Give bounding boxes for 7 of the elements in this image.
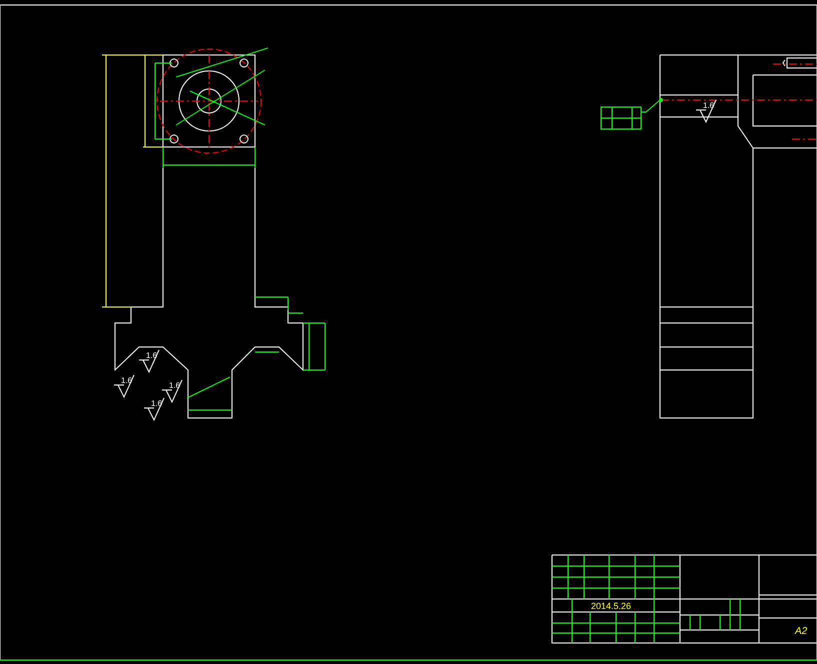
- roughness-symbol-icon: [162, 380, 182, 404]
- sheet-size-label: A2: [795, 626, 808, 637]
- roughness-symbol-icon: [114, 374, 134, 398]
- roughness-symbol-icon: [138, 350, 160, 374]
- date-value: 2014.5.26: [591, 601, 632, 611]
- roughness-symbol-icon: [144, 398, 164, 422]
- roughness-symbol-icon: [696, 100, 716, 124]
